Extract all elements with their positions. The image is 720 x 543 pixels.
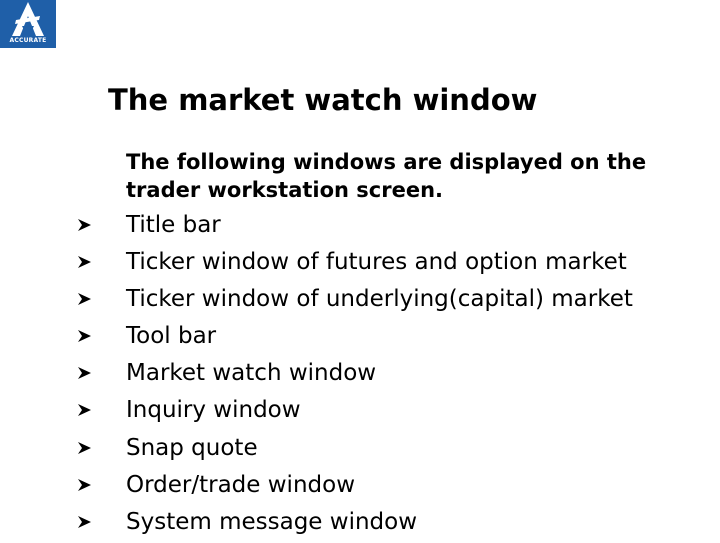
list-item-label: Order/trade window [126, 471, 356, 498]
logo-text: ACCURATE [9, 37, 47, 44]
list-item-label: Inquiry window [126, 397, 301, 424]
arrowhead-bullet-icon [78, 404, 91, 417]
page-title: The market watch window [108, 83, 538, 117]
intro-text: The following windows are displayed on t… [126, 150, 647, 202]
arrowhead-bullet-icon [78, 256, 91, 269]
list-item-label: Ticker window of underlying(capital) mar… [126, 286, 633, 313]
arrowhead-bullet-icon [78, 478, 91, 491]
list-item-label: Title bar [126, 212, 221, 238]
arrowhead-bullet-icon [78, 219, 91, 231]
arrowhead-bullet-icon [78, 293, 91, 306]
list-item-label: Ticker window of futures and option mark… [126, 249, 627, 276]
list-item-label: Snap quote [126, 434, 258, 461]
arrowhead-bullet-icon [78, 515, 91, 528]
list-item-label: Tool bar [126, 323, 217, 350]
arrowhead-bullet-icon [78, 330, 91, 343]
accurate-logo: ACCURATE [0, 0, 56, 48]
list-item-label: Market watch window [126, 360, 377, 387]
arrowhead-bullet-icon [78, 441, 91, 454]
logo-a-icon [12, 2, 44, 36]
list-item-label: System message window [126, 508, 418, 535]
arrowhead-bullet-icon [78, 367, 91, 380]
